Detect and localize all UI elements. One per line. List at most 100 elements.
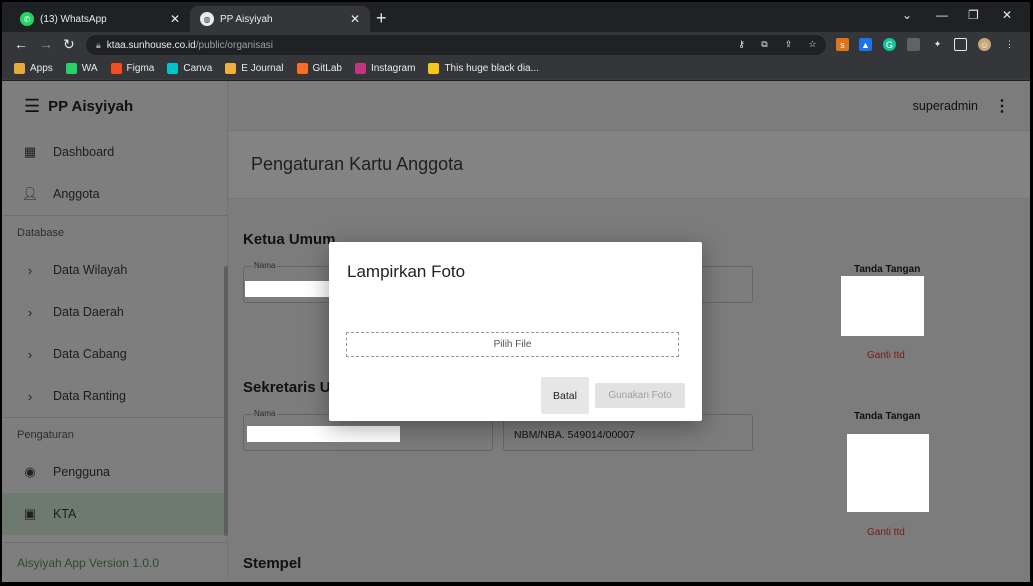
- sekretaris-nama-redacted: [247, 426, 400, 442]
- canva-icon: [167, 63, 179, 74]
- sidepanel-icon[interactable]: [954, 38, 967, 51]
- bookmark-label: GitLab: [312, 63, 342, 74]
- ketua-signature-image: [841, 276, 924, 336]
- extension-grey-icon[interactable]: [907, 38, 920, 51]
- sidebar-item-pengguna[interactable]: ◉ Pengguna: [2, 451, 227, 493]
- person-icon: 👤︎: [21, 186, 39, 201]
- bookmark-label: This huge black dia...: [444, 63, 539, 74]
- forward-icon[interactable]: →: [39, 36, 53, 52]
- hamburger-menu-icon[interactable]: ☰: [24, 96, 40, 117]
- profile-avatar-icon[interactable]: ☺: [978, 38, 991, 51]
- app-version: Aisyiyah App Version 1.0.0: [2, 542, 227, 582]
- grammarly-icon[interactable]: G: [883, 38, 896, 51]
- more-vert-icon[interactable]: ⋮: [994, 96, 1010, 116]
- sidebar-item-data-wilayah[interactable]: › Data Wilayah: [2, 249, 227, 291]
- attach-photo-dialog: Lampirkan Foto Pilih File Batal Gunakan …: [329, 242, 702, 421]
- bookmark-item[interactable]: Apps: [14, 63, 53, 74]
- dashboard-icon: ▦: [23, 144, 37, 159]
- restore-icon[interactable]: ❐: [968, 8, 979, 22]
- extension-sc-icon[interactable]: s: [836, 38, 849, 51]
- whatsapp-icon: ✆: [20, 12, 34, 26]
- bookmark-item[interactable]: E Journal: [225, 63, 284, 74]
- sidebar-item-label: Dashboard: [53, 145, 115, 159]
- bookmark-item[interactable]: This huge black dia...: [428, 63, 539, 74]
- ketua-ganti-ttd-link[interactable]: Ganti ttd: [867, 350, 905, 361]
- sidebar-item-label: Data Wilayah: [53, 263, 128, 277]
- sidebar-item-dashboard[interactable]: ▦ Dashboard: [2, 131, 227, 173]
- back-icon[interactable]: ←: [14, 36, 28, 52]
- url-path: /public/organisasi: [195, 39, 274, 51]
- bookmark-item[interactable]: Instagram: [354, 63, 416, 74]
- tab-title: PP Aisyiyah: [220, 13, 273, 25]
- sidebar-item-label: Data Cabang: [53, 347, 127, 361]
- chevron-right-icon: ›: [27, 346, 33, 362]
- close-tab-icon[interactable]: ✕: [170, 12, 180, 26]
- sidebar-header: ☰ PP Aisyiyah: [2, 81, 227, 131]
- nbm-value: NBM/NBA. 549014/00007: [514, 429, 635, 441]
- bookmark-item[interactable]: WA: [65, 63, 98, 74]
- tab-whatsapp[interactable]: ✆ (13) WhatsApp ✕: [10, 6, 190, 32]
- apps-grid-icon: [14, 63, 25, 74]
- bookmark-label: E Journal: [241, 63, 284, 74]
- sidebar-item-label: Pengguna: [53, 465, 111, 479]
- top-bar: superadmin ⋮: [229, 81, 1030, 131]
- page-title: Pengaturan Kartu Anggota: [229, 131, 1030, 199]
- sidebar: ☰ PP Aisyiyah ▦ Dashboard 👤︎ Anggota Dat…: [2, 81, 228, 582]
- sidebar-item-data-daerah[interactable]: › Data Daerah: [2, 291, 227, 333]
- key-icon[interactable]: ⚷: [735, 38, 748, 51]
- ketua-umum-title: Ketua Umum: [243, 231, 336, 248]
- close-tab-icon[interactable]: ✕: [350, 12, 360, 26]
- sekretaris-ganti-ttd-link[interactable]: Ganti ttd: [867, 527, 905, 538]
- sidebar-item-data-cabang[interactable]: › Data Cabang: [2, 333, 227, 375]
- sidebar-item-data-ranting[interactable]: › Data Ranting: [2, 375, 227, 417]
- browser-toolbar: ← → ↻ 🔒︎ ktaa.sunhouse.co.id/public/orga…: [2, 32, 1030, 58]
- star-icon[interactable]: ☆: [806, 38, 819, 51]
- tab-strip: ✆ (13) WhatsApp ✕ ◍ PP Aisyiyah ✕ + ⌄ — …: [2, 2, 1030, 32]
- browser-menu-icon[interactable]: ⋮: [1003, 38, 1016, 51]
- sidebar-item-label: KTA: [53, 507, 77, 521]
- use-photo-button[interactable]: Gunakan Foto: [595, 383, 685, 408]
- translate-icon[interactable]: ⧉: [758, 38, 771, 51]
- sidebar-item-label: Data Daerah: [53, 305, 124, 319]
- instagram-icon: [354, 63, 366, 74]
- sidebar-item-label: Anggota: [53, 187, 100, 201]
- dialog-title: Lampirkan Foto: [347, 262, 466, 281]
- bookmark-item[interactable]: GitLab: [296, 63, 342, 74]
- lock-icon: 🔒︎: [96, 39, 101, 50]
- username[interactable]: superadmin: [913, 99, 978, 113]
- sekretaris-signature-image: [847, 434, 929, 512]
- sidebar-item-anggota[interactable]: 👤︎ Anggota: [2, 173, 227, 215]
- app-title: PP Aisyiyah: [48, 97, 134, 115]
- ketua-nama-redacted: [245, 281, 335, 297]
- tab-search-chevron-icon[interactable]: ⌄: [902, 8, 912, 22]
- new-tab-icon[interactable]: +: [376, 8, 387, 29]
- url-host: ktaa.sunhouse.co.id: [106, 39, 196, 51]
- address-bar[interactable]: 🔒︎ ktaa.sunhouse.co.id/public/organisasi: [86, 35, 826, 55]
- file-picker-dropzone[interactable]: Pilih File: [346, 332, 679, 357]
- bookmark-item[interactable]: Canva: [167, 63, 212, 74]
- extensions-puzzle-icon[interactable]: ✦: [931, 38, 944, 51]
- ketua-ttd-label: Tanda Tangan: [854, 264, 921, 275]
- gitlab-icon: [296, 63, 308, 74]
- journal-icon: [225, 63, 237, 74]
- share-icon[interactable]: ⇪: [782, 38, 795, 51]
- badge-icon: ▣: [23, 506, 37, 521]
- minimize-icon[interactable]: —: [936, 8, 948, 22]
- bookmark-page-icon: [428, 63, 440, 74]
- bookmark-item[interactable]: Figma: [110, 63, 154, 74]
- field-label: Nama: [252, 409, 278, 418]
- close-window-icon[interactable]: ✕: [1002, 8, 1012, 22]
- tab-pp-aisyiyah[interactable]: ◍ PP Aisyiyah ✕: [190, 6, 370, 32]
- reload-icon[interactable]: ↻: [63, 36, 75, 53]
- bookmarks-bar: Apps WA Figma Canva E Journal GitLab Instagram…: [2, 58, 1030, 80]
- sidebar-item-kta[interactable]: ▣ KTA: [2, 493, 227, 535]
- chevron-right-icon: ›: [27, 304, 33, 320]
- bookmark-label: Instagram: [370, 63, 416, 74]
- sidebar-scrollbar[interactable]: [224, 266, 228, 536]
- sidebar-section-pengaturan: Pengaturan: [2, 417, 227, 451]
- tab-title: (13) WhatsApp: [40, 13, 107, 25]
- whatsapp-icon: [65, 63, 77, 74]
- cancel-button[interactable]: Batal: [541, 377, 589, 414]
- browser-window: ✆ (13) WhatsApp ✕ ◍ PP Aisyiyah ✕ + ⌄ — …: [2, 2, 1030, 582]
- extension-cap-icon[interactable]: ▲: [859, 38, 872, 51]
